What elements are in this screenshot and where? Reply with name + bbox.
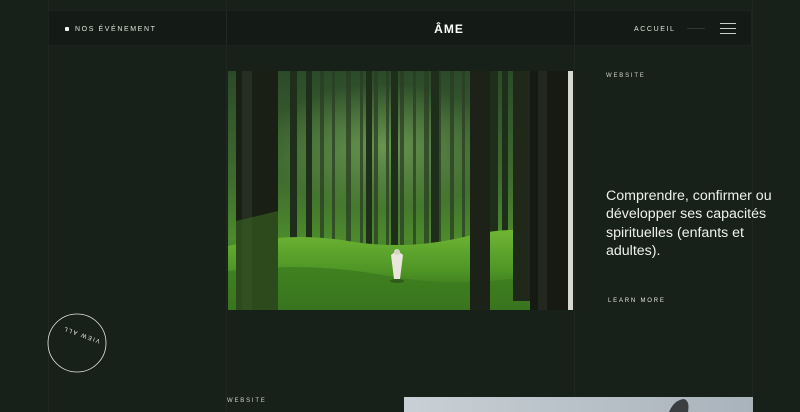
forest-image[interactable] [228, 71, 573, 310]
bullet-icon [65, 27, 69, 31]
site-header: NOS ÉVÉNEMENT ÂME ACCUEIL [48, 10, 752, 46]
hero-headline: Comprendre, confirmer ou développer ses … [606, 188, 772, 260]
view-all-badge[interactable]: VIEW ALL [46, 312, 108, 374]
site-logo[interactable]: ÂME [275, 11, 623, 47]
menu-icon[interactable] [720, 22, 736, 35]
nav-events-label: NOS ÉVÉNEMENT [75, 25, 157, 33]
nav-home-link[interactable]: ACCUEIL [634, 11, 676, 47]
learn-more-link[interactable]: LEARN MORE [608, 298, 666, 304]
forest-illustration [228, 71, 573, 310]
next-project-image[interactable] [404, 397, 753, 412]
divider [687, 28, 705, 29]
next-image-illustration [404, 397, 753, 412]
next-category-tag: WEBSITE [227, 398, 267, 404]
category-tag: WEBSITE [606, 73, 646, 79]
nav-events-link[interactable]: NOS ÉVÉNEMENT [65, 11, 156, 47]
